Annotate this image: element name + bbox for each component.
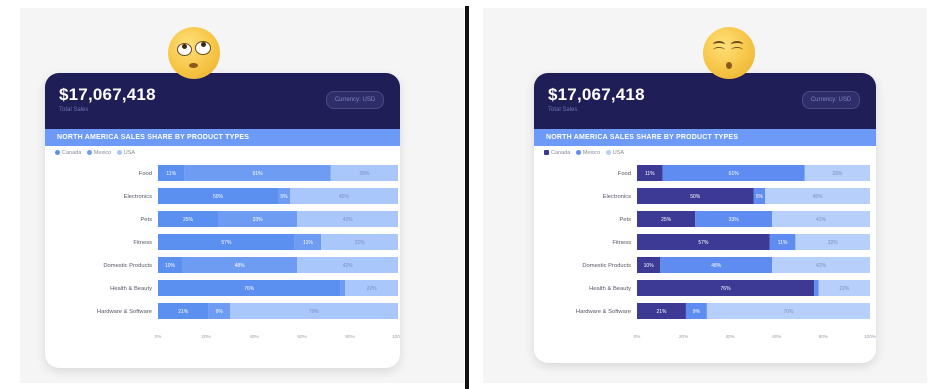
category-label: Domestic Products [582, 263, 631, 269]
category-label: Health & Beauty [110, 286, 152, 292]
category-label: Electronics [124, 194, 152, 200]
data-label: 21% [656, 309, 667, 315]
data-label: 45% [813, 194, 824, 200]
stacked-bar-chart: Food 11% 61% 28% Electronics 50% 5% 45% Pets 25% 3… [576, 165, 876, 339]
bar-segment-mexico[interactable] [814, 280, 819, 296]
legend-item-usa: USA [116, 150, 135, 156]
data-label: 28% [359, 171, 370, 177]
total-sales-value: $17,067,418 [59, 85, 156, 104]
data-label: 22% [839, 286, 850, 292]
data-label: 11% [303, 240, 313, 246]
x-tick-label: 80% [345, 334, 354, 339]
data-label: 48% [711, 263, 722, 269]
currency-filter-button[interactable]: Currency: USD [802, 91, 860, 109]
data-label: 32% [355, 240, 366, 246]
sales-card: $17,067,418 Total Sales Currency: USD NO… [45, 73, 400, 368]
x-tick-label: 100% [392, 334, 400, 339]
data-label: 76% [244, 286, 255, 292]
data-label: 42% [816, 217, 827, 223]
x-tick-label: 80% [819, 334, 828, 339]
data-label: 5% [280, 194, 288, 200]
legend-item-canada: Canada [544, 150, 570, 156]
smirk-emoji-icon [703, 27, 755, 79]
category-label: Food [139, 171, 152, 177]
chart-subtitle: NORTH AMERICA SALES SHARE BY PRODUCT TYP… [45, 129, 400, 146]
data-label: 33% [729, 217, 740, 223]
data-label: 10% [165, 263, 176, 269]
data-label: 76% [721, 286, 732, 292]
data-label: 11% [166, 171, 176, 177]
data-label: 45% [339, 194, 350, 200]
data-label: 32% [828, 240, 839, 246]
data-label: 25% [183, 217, 194, 223]
data-label: 57% [698, 240, 709, 246]
category-label: Hardware & Software [576, 309, 631, 315]
data-label: 21% [178, 309, 189, 315]
data-label: 11% [645, 171, 655, 177]
category-label: Fitness [612, 240, 631, 246]
data-label: 42% [816, 263, 827, 269]
data-label: 22% [367, 286, 378, 292]
data-label: 9% [693, 309, 701, 315]
x-tick-label: 20% [679, 334, 688, 339]
x-tick-label: 40% [726, 334, 735, 339]
x-tick-label: 20% [201, 334, 210, 339]
category-label: Food [618, 171, 631, 177]
x-tick-label: 100% [864, 334, 876, 339]
data-label: 50% [690, 194, 701, 200]
x-tick-label: 60% [297, 334, 306, 339]
x-tick-label: 0% [634, 334, 641, 339]
stacked-bar-chart: Food 11% 61% 28% Electronics 50% 5% 45% Pets 25% 3… [97, 165, 400, 339]
card-header: $17,067,418 Total Sales Currency: USD [534, 73, 876, 129]
legend-item-canada: Canada [55, 150, 81, 156]
divider [465, 6, 469, 389]
data-label: 57% [221, 240, 232, 246]
data-label: 61% [253, 171, 264, 177]
data-label: 70% [783, 309, 794, 315]
category-label: Domestic Products [103, 263, 152, 269]
total-sales-value: $17,067,418 [548, 85, 645, 104]
data-label: 70% [309, 309, 320, 315]
data-label: 11% [778, 240, 788, 246]
data-label: 5% [756, 194, 764, 200]
bar-segment-mexico[interactable] [340, 280, 346, 296]
data-label: 25% [661, 217, 672, 223]
total-sales-label: Total Sales [548, 107, 578, 113]
data-label: 33% [253, 217, 264, 223]
data-label: 42% [343, 217, 354, 223]
chart-legend: Canada Mexico USA [45, 146, 400, 160]
legend-item-mexico: Mexico [86, 150, 111, 156]
x-tick-label: 60% [772, 334, 781, 339]
x-tick-label: 40% [249, 334, 258, 339]
data-label: 61% [729, 171, 740, 177]
category-label: Hardware & Software [97, 309, 152, 315]
data-label: 28% [832, 171, 843, 177]
card-header: $17,067,418 Total Sales Currency: USD [45, 73, 400, 129]
data-label: 9% [216, 309, 224, 315]
chart-subtitle: NORTH AMERICA SALES SHARE BY PRODUCT TYP… [534, 129, 876, 146]
category-label: Electronics [603, 194, 631, 200]
panel-before: $17,067,418 Total Sales Currency: USD NO… [20, 8, 464, 383]
category-label: Health & Beauty [589, 286, 631, 292]
x-tick-label: 0% [155, 334, 162, 339]
data-label: 10% [644, 263, 655, 269]
currency-filter-button[interactable]: Currency: USD [326, 91, 384, 109]
category-label: Pets [619, 217, 631, 223]
legend-item-mexico: Mexico [575, 150, 600, 156]
data-label: 50% [213, 194, 224, 200]
legend-item-usa: USA [605, 150, 624, 156]
category-label: Pets [140, 217, 152, 223]
category-label: Fitness [133, 240, 152, 246]
eye-roll-emoji-icon [168, 27, 220, 79]
sales-card: $17,067,418 Total Sales Currency: USD NO… [534, 73, 876, 363]
total-sales-label: Total Sales [59, 107, 89, 113]
data-label: 48% [235, 263, 246, 269]
chart-legend: Canada Mexico USA [534, 146, 876, 160]
data-label: 42% [343, 263, 354, 269]
